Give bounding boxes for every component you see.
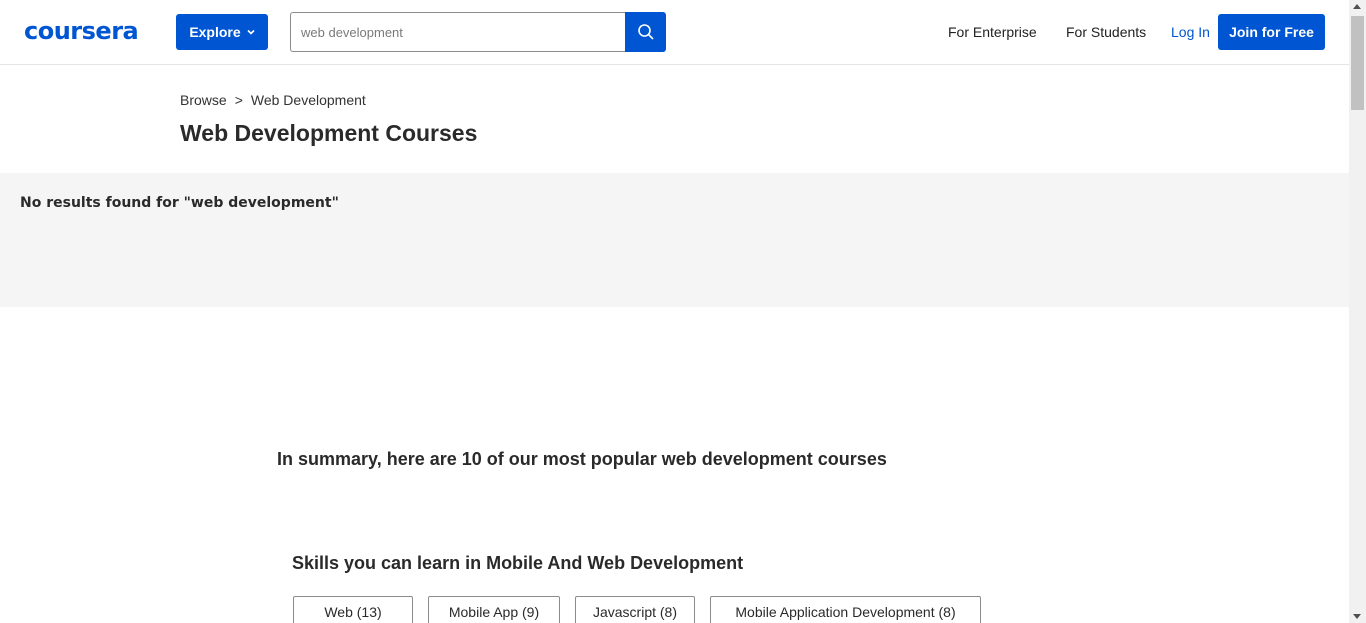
coursera-logo[interactable]: coursera	[24, 17, 139, 45]
search-input-value: web development	[301, 24, 403, 40]
scroll-up-arrow-icon[interactable]	[1353, 4, 1361, 9]
breadcrumb-web-development[interactable]: Web Development	[251, 92, 366, 108]
summary-heading: In summary, here are 10 of our most popu…	[277, 449, 887, 469]
search-button[interactable]	[625, 12, 666, 52]
scroll-down-arrow-icon[interactable]	[1353, 614, 1361, 619]
nav-for-students[interactable]: For Students	[1066, 24, 1146, 40]
join-for-free-button[interactable]: Join for Free	[1218, 14, 1325, 50]
search-icon	[637, 24, 654, 40]
skill-chip-mobile-application-development[interactable]: Mobile Application Development (8)	[710, 596, 981, 623]
breadcrumb: Browse > Web Development	[180, 92, 366, 108]
nav-for-enterprise[interactable]: For Enterprise	[948, 24, 1037, 40]
login-link[interactable]: Log In	[1171, 24, 1210, 40]
chevron-down-icon	[247, 29, 255, 35]
breadcrumb-browse[interactable]: Browse	[180, 92, 227, 108]
explore-button[interactable]: Explore	[176, 14, 268, 50]
skill-chip-javascript[interactable]: Javascript (8)	[575, 596, 695, 623]
vertical-scrollbar[interactable]	[1349, 0, 1366, 623]
no-results-message: No results found for "web development"	[20, 195, 339, 211]
skills-heading: Skills you can learn in Mobile And Web D…	[292, 553, 744, 573]
skill-chip-mobile-app[interactable]: Mobile App (9)	[428, 596, 560, 623]
breadcrumb-separator: >	[234, 92, 243, 108]
scrollbar-thumb[interactable]	[1351, 16, 1364, 110]
explore-label: Explore	[189, 24, 241, 40]
skill-chip-web[interactable]: Web (13)	[293, 596, 413, 623]
search-input[interactable]: web development	[290, 12, 626, 52]
page-title: Web Development Courses	[180, 120, 478, 146]
top-header: coursera Explore web development For Ent…	[0, 0, 1349, 65]
no-results-panel: No results found for "web development"	[0, 173, 1349, 307]
